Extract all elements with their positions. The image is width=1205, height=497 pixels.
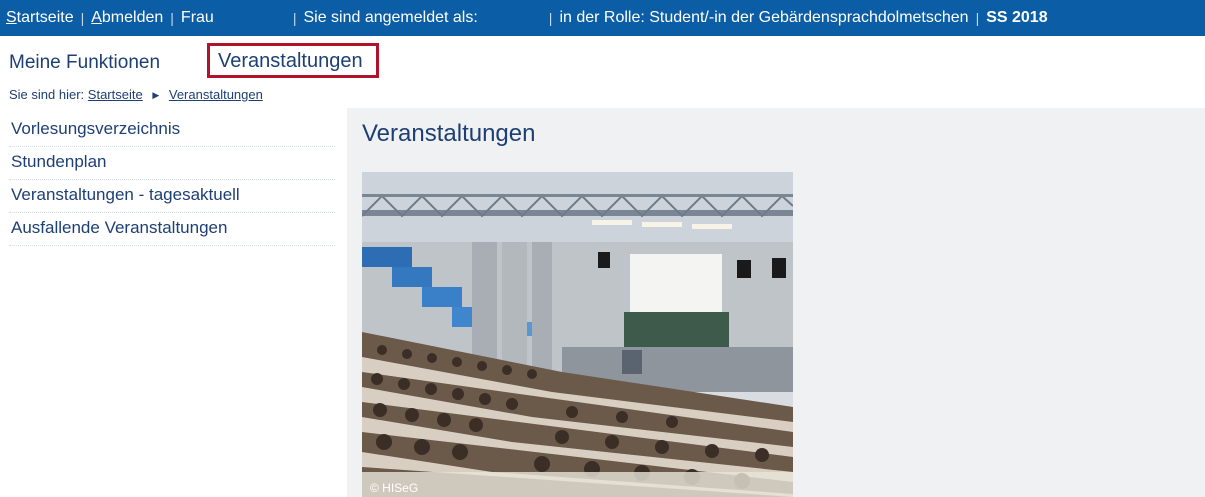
triangle-right-icon: ▶ — [152, 90, 160, 100]
logged-in-label: Sie sind angemeldet als: — [303, 9, 478, 26]
home-link[interactable]: Startseite — [6, 9, 74, 27]
events-tab[interactable]: Veranstaltungen — [207, 43, 379, 78]
home-link-underline: S — [6, 9, 17, 26]
top-bar: Startseite | Abmelden | Frau | Sie sind … — [0, 0, 1205, 36]
separator: | — [548, 10, 553, 26]
logout-link[interactable]: Abmelden — [91, 9, 163, 27]
breadcrumb-current[interactable]: Veranstaltungen — [169, 87, 263, 102]
sidebar-item-course-catalog[interactable]: Vorlesungsverzeichnis — [9, 114, 335, 147]
sidebar-item-events-today[interactable]: Veranstaltungen - tagesaktuell — [9, 180, 335, 213]
functions-row: Meine Funktionen Veranstaltungen — [0, 40, 600, 82]
sidebar-item-timetable[interactable]: Stundenplan — [9, 147, 335, 180]
my-functions-link[interactable]: Meine Funktionen — [9, 52, 160, 74]
separator: | — [975, 10, 980, 26]
sidebar: Vorlesungsverzeichnis Stundenplan Verans… — [9, 114, 335, 246]
main-content: Veranstaltungen © HISeG — [347, 108, 1205, 497]
breadcrumb-home[interactable]: Startseite — [88, 87, 143, 102]
separator: | — [80, 10, 85, 26]
separator: | — [170, 10, 174, 26]
lecture-hall-image: © HISeG — [362, 172, 793, 497]
home-link-rest: tartseite — [16, 9, 74, 26]
role-label: in der Rolle: Student/-in der Gebärdensp… — [559, 9, 969, 26]
breadcrumb-prefix: Sie sind hier: — [9, 87, 85, 102]
page-title: Veranstaltungen — [362, 120, 536, 147]
breadcrumb: Sie sind hier: Startseite ▶ Veranstaltun… — [9, 87, 263, 102]
separator: | — [292, 10, 297, 26]
logout-link-rest: bmelden — [101, 9, 164, 26]
logout-link-underline: A — [91, 9, 102, 26]
term-label: SS 2018 — [986, 9, 1048, 26]
image-copyright: © HISeG — [370, 481, 419, 495]
sidebar-item-cancelled-events[interactable]: Ausfallende Veranstaltungen — [9, 213, 335, 246]
user-prefix: Frau — [180, 9, 214, 26]
lecture-hall-illustration — [362, 172, 793, 497]
